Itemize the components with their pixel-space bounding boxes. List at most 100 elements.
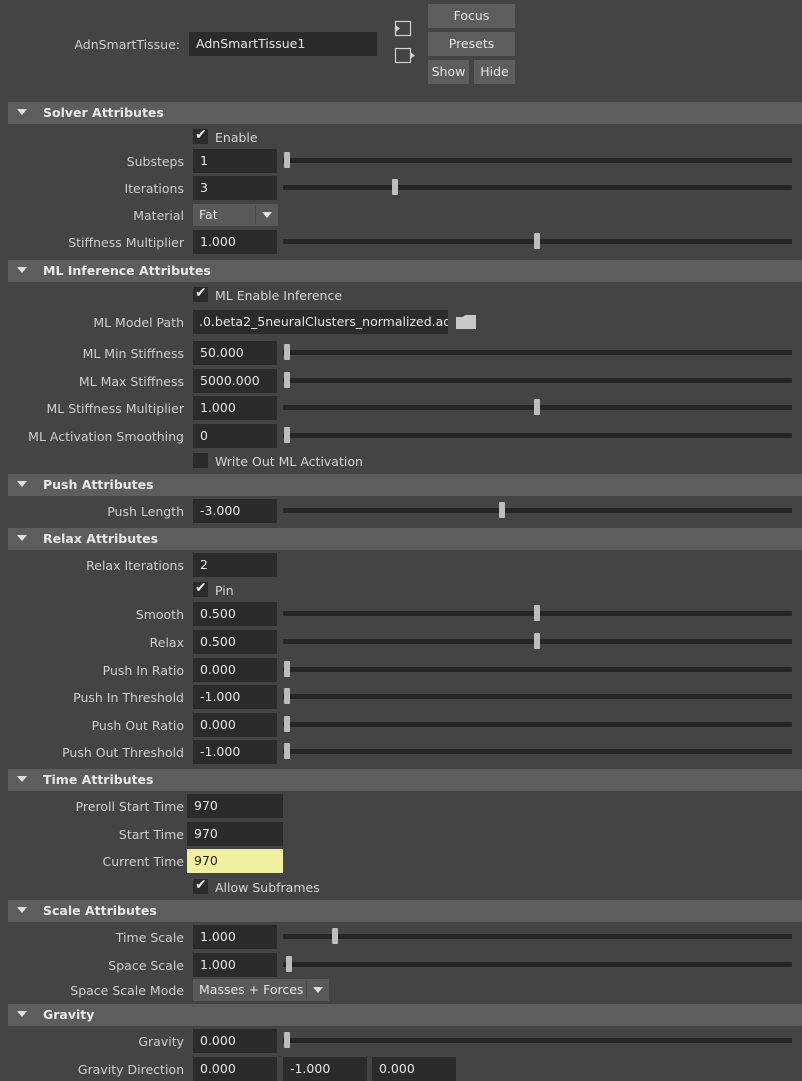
relax-attributes-section[interactable]: Relax Attributes bbox=[8, 528, 802, 550]
gravity-direction-z-field[interactable]: 0.000 bbox=[372, 1057, 456, 1081]
check-icon: ✔ bbox=[195, 285, 207, 301]
write-out-ml-activation-checkbox[interactable] bbox=[193, 453, 208, 468]
preroll-start-time-field[interactable]: 970 bbox=[187, 794, 283, 818]
chevron-down-icon bbox=[306, 981, 329, 999]
push-out-ratio-slider[interactable] bbox=[283, 722, 792, 727]
ml-activation-smoothing-slider[interactable] bbox=[283, 433, 792, 438]
chevron-down-icon bbox=[255, 206, 278, 224]
iterations-slider-handle[interactable] bbox=[392, 179, 399, 195]
collapse-arrow-icon bbox=[17, 267, 27, 273]
smooth-slider-handle[interactable] bbox=[534, 605, 540, 621]
preroll-start-time-label: Preroll Start Time bbox=[75, 799, 184, 814]
time-attributes-section[interactable]: Time Attributes bbox=[8, 769, 802, 791]
start-time-field[interactable]: 970 bbox=[187, 822, 283, 846]
iterations-label: Iterations bbox=[124, 181, 184, 196]
material-value: Fat bbox=[199, 207, 218, 222]
substeps-slider[interactable] bbox=[283, 158, 792, 163]
iterations-slider[interactable] bbox=[283, 185, 792, 190]
ml-max-stiffness-field[interactable]: 5000.000 bbox=[193, 369, 277, 393]
current-time-label: Current Time bbox=[102, 854, 184, 869]
ml-max-stiffness-slider-handle[interactable] bbox=[284, 372, 290, 388]
space-scale-field[interactable]: 1.000 bbox=[193, 953, 277, 977]
focus-button[interactable]: Focus bbox=[428, 4, 515, 28]
node-label: AdnSmartTissue: bbox=[74, 37, 180, 52]
ml-max-stiffness-slider[interactable] bbox=[283, 378, 792, 383]
push-attributes-section[interactable]: Push Attributes bbox=[8, 474, 802, 496]
hide-button[interactable]: Hide bbox=[474, 60, 515, 84]
push-length-slider-handle[interactable] bbox=[498, 502, 505, 518]
time-scale-field[interactable]: 1.000 bbox=[193, 925, 277, 949]
stiffness-multiplier-slider-handle[interactable] bbox=[534, 233, 540, 249]
substeps-field[interactable]: 1 bbox=[193, 149, 277, 173]
output-connection-icon[interactable] bbox=[394, 47, 416, 64]
relax-field[interactable]: 0.500 bbox=[193, 630, 277, 654]
relax-iterations-label: Relax Iterations bbox=[86, 558, 184, 573]
presets-button[interactable]: Presets bbox=[428, 32, 515, 56]
section-title: Solver Attributes bbox=[43, 105, 164, 120]
ml-stiffness-multiplier-slider-handle[interactable] bbox=[534, 399, 540, 415]
push-in-ratio-slider[interactable] bbox=[283, 667, 792, 672]
current-time-field[interactable]: 970 bbox=[187, 849, 283, 873]
smooth-field[interactable]: 0.500 bbox=[193, 602, 277, 626]
relax-slider-handle[interactable] bbox=[534, 633, 540, 649]
material-dropdown[interactable]: Fat bbox=[193, 204, 278, 226]
pin-label: Pin bbox=[215, 583, 234, 598]
show-button[interactable]: Show bbox=[428, 60, 469, 84]
ml-min-stiffness-field[interactable]: 50.000 bbox=[193, 341, 277, 365]
push-in-threshold-label: Push In Threshold bbox=[73, 690, 184, 705]
substeps-slider-handle[interactable] bbox=[284, 152, 290, 168]
collapse-arrow-icon bbox=[17, 776, 27, 782]
push-in-threshold-field[interactable]: -1.000 bbox=[193, 685, 277, 709]
push-in-ratio-slider-handle[interactable] bbox=[284, 661, 290, 677]
space-scale-mode-dropdown[interactable]: Masses + Forces bbox=[193, 979, 329, 1001]
time-scale-label: Time Scale bbox=[115, 930, 184, 945]
allow-subframes-checkbox[interactable]: ✔ bbox=[193, 877, 208, 894]
time-scale-slider-handle[interactable] bbox=[331, 928, 338, 944]
gravity-slider[interactable] bbox=[283, 1038, 792, 1043]
iterations-field[interactable]: 3 bbox=[193, 176, 277, 200]
gravity-direction-label: Gravity Direction bbox=[77, 1062, 184, 1077]
push-in-threshold-slider[interactable] bbox=[283, 694, 792, 699]
write-out-ml-activation-label: Write Out ML Activation bbox=[215, 454, 363, 469]
push-out-threshold-field[interactable]: -1.000 bbox=[193, 740, 277, 764]
space-scale-slider[interactable] bbox=[283, 962, 792, 967]
stiffness-multiplier-field[interactable]: 1.000 bbox=[193, 230, 277, 254]
input-connection-icon[interactable] bbox=[394, 20, 412, 37]
gravity-section[interactable]: Gravity bbox=[8, 1004, 802, 1026]
push-length-field[interactable]: -3.000 bbox=[193, 499, 277, 523]
ml-activation-smoothing-slider-handle[interactable] bbox=[284, 427, 290, 443]
pin-checkbox[interactable]: ✔ bbox=[193, 580, 208, 597]
push-in-ratio-field[interactable]: 0.000 bbox=[193, 658, 277, 682]
gravity-direction-x-field[interactable]: 0.000 bbox=[193, 1057, 277, 1081]
gravity-slider-handle[interactable] bbox=[284, 1032, 290, 1048]
ml-enable-inference-checkbox[interactable]: ✔ bbox=[193, 285, 208, 302]
enable-checkbox[interactable]: ✔ bbox=[193, 127, 208, 144]
space-scale-label: Space Scale bbox=[108, 958, 184, 973]
push-out-ratio-slider-handle[interactable] bbox=[284, 716, 290, 732]
push-in-threshold-slider-handle[interactable] bbox=[284, 688, 290, 704]
ml-model-path-field[interactable]: .0.beta2_5neuralClusters_normalized.adnm bbox=[193, 310, 448, 334]
time-scale-slider[interactable] bbox=[283, 934, 792, 939]
section-title: Relax Attributes bbox=[43, 531, 159, 546]
ml-activation-smoothing-field[interactable]: 0 bbox=[193, 424, 277, 448]
push-out-threshold-slider-handle[interactable] bbox=[284, 743, 290, 759]
gravity-direction-y-field[interactable]: -1.000 bbox=[283, 1057, 367, 1081]
ml-min-stiffness-slider[interactable] bbox=[283, 350, 792, 355]
push-length-slider[interactable] bbox=[283, 508, 792, 513]
gravity-field[interactable]: 0.000 bbox=[193, 1029, 277, 1053]
space-scale-slider-handle[interactable] bbox=[286, 956, 293, 972]
relax-iterations-field[interactable]: 2 bbox=[193, 553, 277, 577]
solver-attributes-section[interactable]: Solver Attributes bbox=[8, 102, 802, 124]
push-out-ratio-field[interactable]: 0.000 bbox=[193, 713, 277, 737]
ml-min-stiffness-slider-handle[interactable] bbox=[284, 344, 290, 360]
ml-inference-attributes-section[interactable]: ML Inference Attributes bbox=[8, 260, 802, 282]
push-out-threshold-slider[interactable] bbox=[283, 749, 792, 754]
check-icon: ✔ bbox=[195, 127, 207, 143]
gravity-label: Gravity bbox=[138, 1034, 184, 1049]
folder-icon[interactable] bbox=[456, 315, 476, 329]
node-name-field[interactable]: AdnSmartTissue1 bbox=[189, 32, 377, 56]
scale-attributes-section[interactable]: Scale Attributes bbox=[8, 900, 802, 922]
allow-subframes-label: Allow Subframes bbox=[215, 880, 320, 895]
space-scale-mode-label: Space Scale Mode bbox=[70, 983, 184, 998]
ml-stiffness-multiplier-field[interactable]: 1.000 bbox=[193, 396, 277, 420]
